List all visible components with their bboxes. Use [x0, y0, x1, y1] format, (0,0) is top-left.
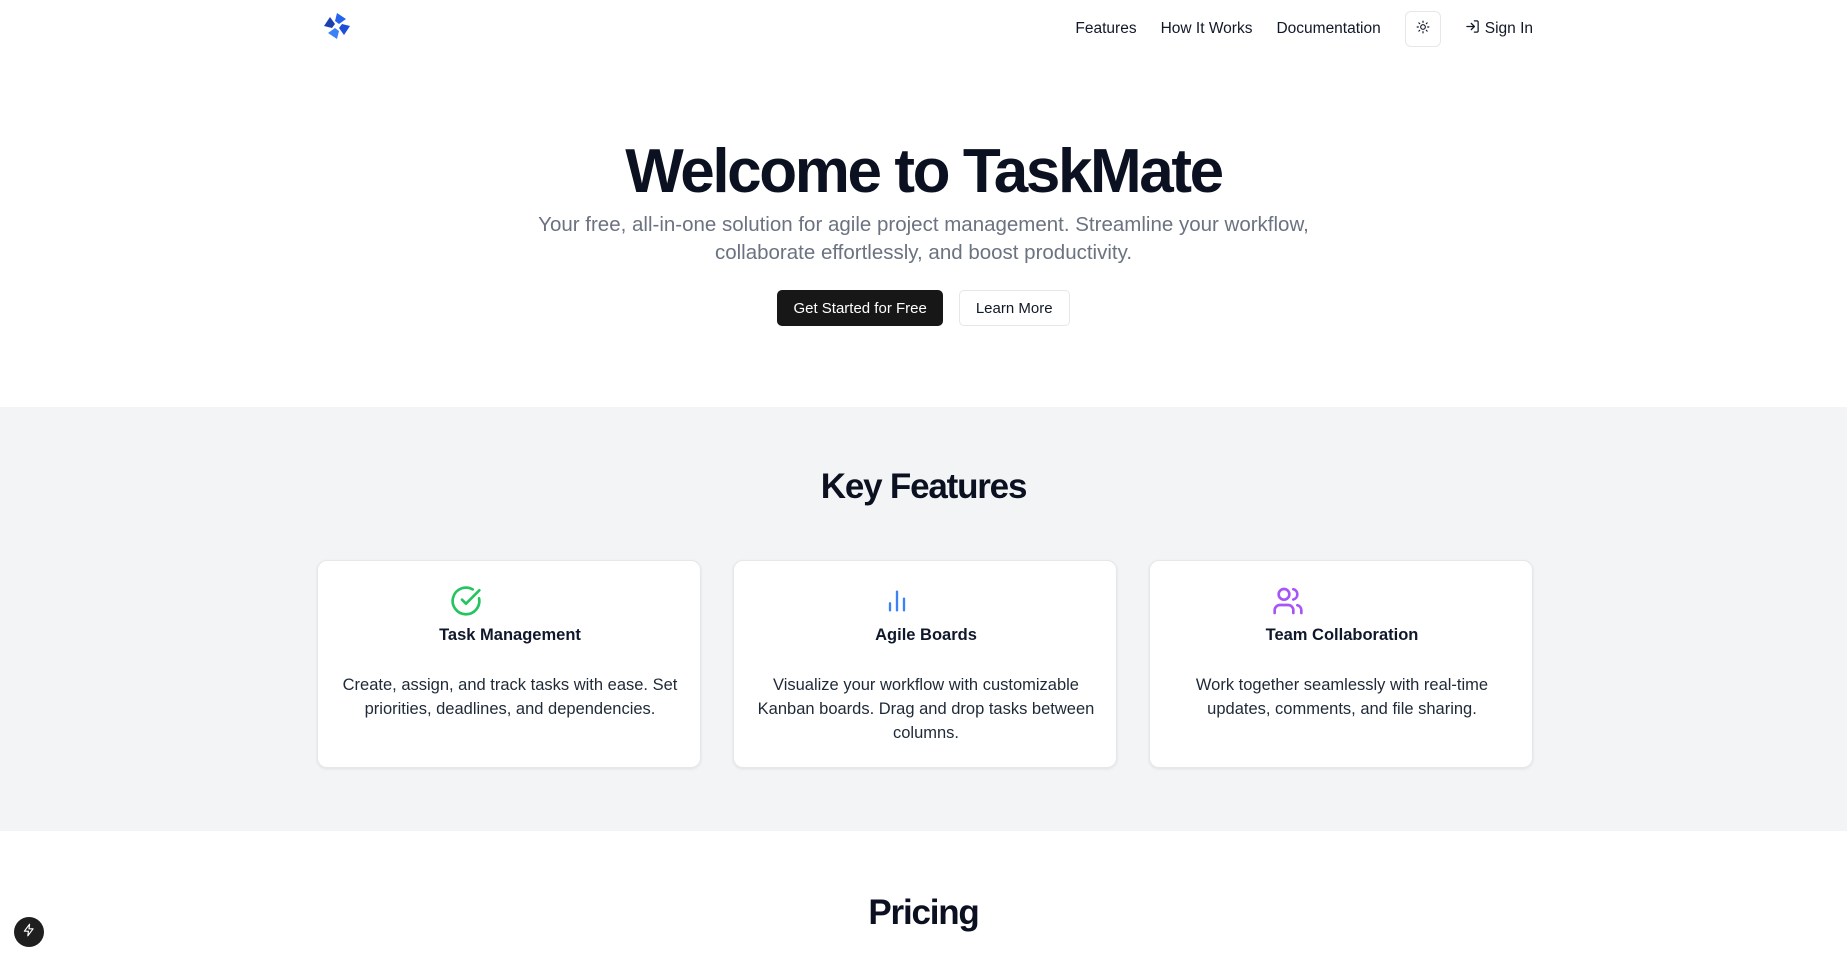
users-icon	[1271, 584, 1305, 618]
feature-card-description: Create, assign, and track tasks with eas…	[342, 676, 678, 718]
floating-dev-badge[interactable]	[14, 917, 44, 947]
hero-buttons: Get Started for Free Learn More	[0, 290, 1847, 326]
feature-card-agile-boards: Agile Boards Visualize your workflow wit…	[733, 560, 1117, 768]
feature-card-title: Agile Boards	[875, 626, 977, 644]
features-section: Key Features Task Management Create, ass…	[0, 407, 1847, 831]
features-title: Key Features	[820, 467, 1028, 506]
feature-card-title: Team Collaboration	[1265, 626, 1419, 644]
hero-subtitle-line-1: Your free, all-in-one solution for agile…	[538, 213, 1309, 236]
check-circle-icon	[449, 584, 483, 618]
main-nav: Features How It Works Documentation Sign…	[1075, 11, 1533, 47]
lightning-icon	[22, 923, 36, 942]
feature-card-task-management: Task Management Create, assign, and trac…	[317, 560, 701, 768]
nav-features-link[interactable]: Features	[1075, 20, 1136, 38]
feature-card-description: Visualize your workflow with customizabl…	[757, 676, 1095, 742]
theme-toggle-button[interactable]	[1404, 11, 1441, 47]
hero-subtitle: Your free, all-in-one solution for agile…	[500, 211, 1347, 267]
sign-in-icon	[1465, 19, 1485, 39]
hero-subtitle-line-2: collaborate effortlessly, and boost prod…	[714, 241, 1133, 264]
site-header: Features How It Works Documentation Sign…	[0, 0, 1847, 56]
feature-card-description: Work together seamlessly with real-time …	[1195, 676, 1489, 718]
pricing-title: Pricing	[868, 893, 979, 932]
sun-icon	[1416, 20, 1430, 39]
taskmate-logo-icon[interactable]	[322, 11, 352, 41]
get-started-button[interactable]: Get Started for Free	[777, 290, 943, 326]
hero-title: Welcome to TaskMate	[625, 137, 1224, 206]
sign-in-label: Sign In	[1484, 20, 1533, 37]
feature-card-team-collaboration: Team Collaboration Work together seamles…	[1149, 560, 1533, 768]
sign-in-button[interactable]: Sign In	[1465, 19, 1533, 39]
nav-documentation-link[interactable]: Documentation	[1276, 20, 1380, 38]
feature-card-title: Task Management	[439, 626, 581, 644]
nav-how-it-works-link[interactable]: How It Works	[1161, 20, 1253, 38]
bar-chart-icon	[880, 584, 914, 618]
learn-more-button[interactable]: Learn More	[958, 290, 1070, 326]
